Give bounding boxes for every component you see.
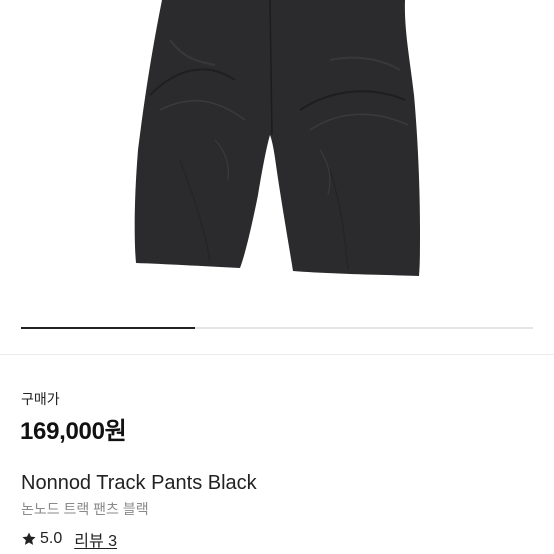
carousel-progress-track [21,327,533,329]
product-image-area[interactable] [0,0,554,355]
pants-silhouette [134,0,421,276]
product-image [134,0,421,276]
rating-row: 5.0 리뷰 3 [21,528,117,550]
rating-value: 5.0 [40,530,63,547]
product-name-ko: 논노드 트랙 팬츠 블랙 [21,501,149,517]
product-price: 169,000원 [20,418,127,445]
divider [0,354,554,355]
price-label: 구매가 [21,391,60,407]
carousel-progress-fill [21,327,196,329]
star-icon [22,532,36,545]
product-name-en: Nonnod Track Pants Black [21,472,257,494]
review-count-link[interactable]: 리뷰 3 [74,527,117,551]
